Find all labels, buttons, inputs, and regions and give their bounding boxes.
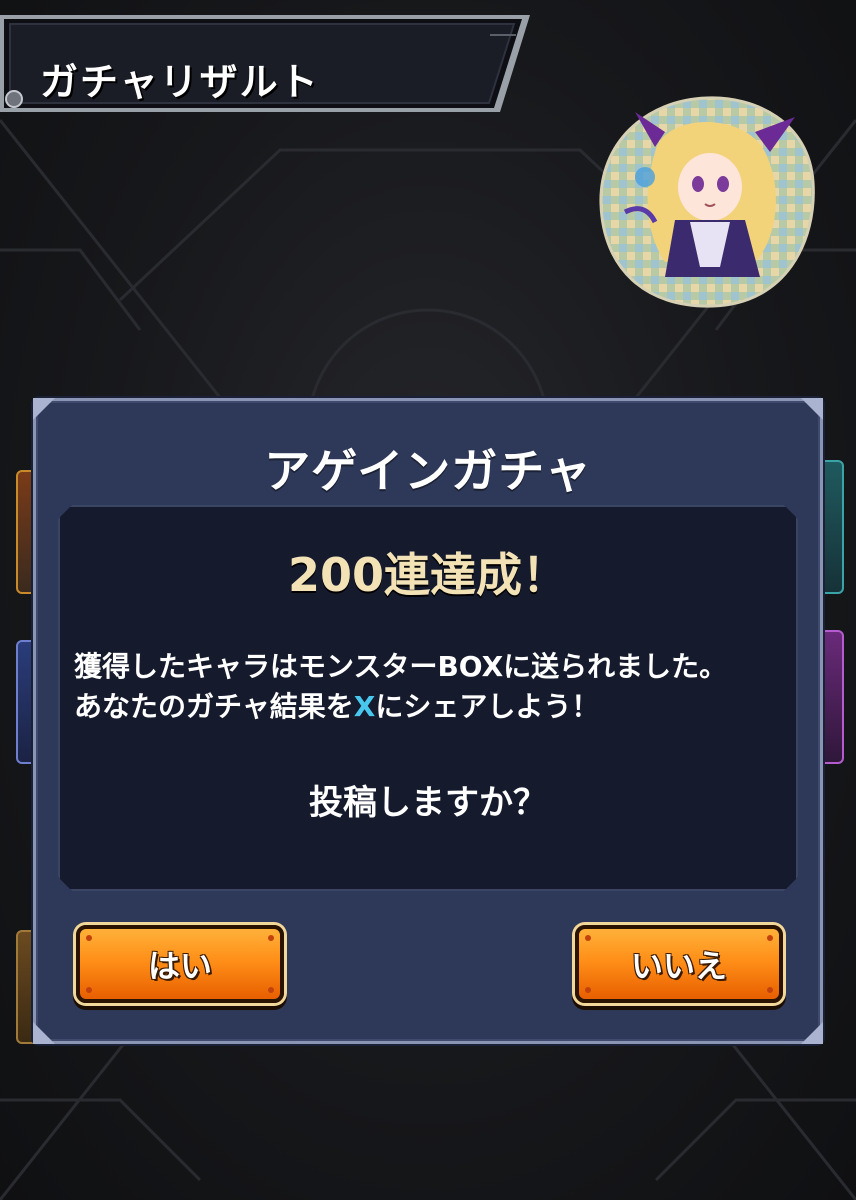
- confirm-question: 投稿しますか？: [309, 783, 547, 823]
- x-platform-name: X: [353, 690, 376, 723]
- button-rivet: [268, 987, 274, 993]
- button-rivet: [767, 987, 773, 993]
- no-button[interactable]: いいえ: [575, 925, 783, 1003]
- character-badge-icon[interactable]: [595, 92, 820, 312]
- yes-button-label: はい: [147, 947, 212, 985]
- message-line-2-pre: あなたのガチャ結果を: [74, 690, 354, 723]
- message-line-2: あなたのガチャ結果をXにシェアしよう！: [74, 685, 599, 725]
- header-banner: ガチャリザルト: [0, 15, 530, 112]
- message-line-2-post: にシェアしよう！: [375, 690, 600, 723]
- dialog-message-panel: 200連達成！ 獲得したキャラはモンスターBOXに送られました。 あなたのガチャ…: [58, 505, 798, 891]
- again-gacha-dialog: アゲインガチャ 200連達成！ 獲得したキャラはモンスターBOXに送られました。…: [33, 398, 823, 1044]
- achievement-text: 200連達成！: [287, 548, 569, 602]
- dialog-title: アゲインガチャ: [264, 444, 592, 498]
- page-title: ガチャリザルト: [40, 60, 320, 104]
- message-line-1: 獲得したキャラはモンスターBOXに送られました。: [74, 650, 728, 683]
- button-rivet: [86, 935, 92, 941]
- button-rivet: [268, 935, 274, 941]
- button-rivet: [767, 935, 773, 941]
- yes-button[interactable]: はい: [76, 925, 284, 1003]
- button-rivet: [86, 987, 92, 993]
- button-rivet: [585, 935, 591, 941]
- button-rivet: [585, 987, 591, 993]
- no-button-label: いいえ: [630, 947, 727, 985]
